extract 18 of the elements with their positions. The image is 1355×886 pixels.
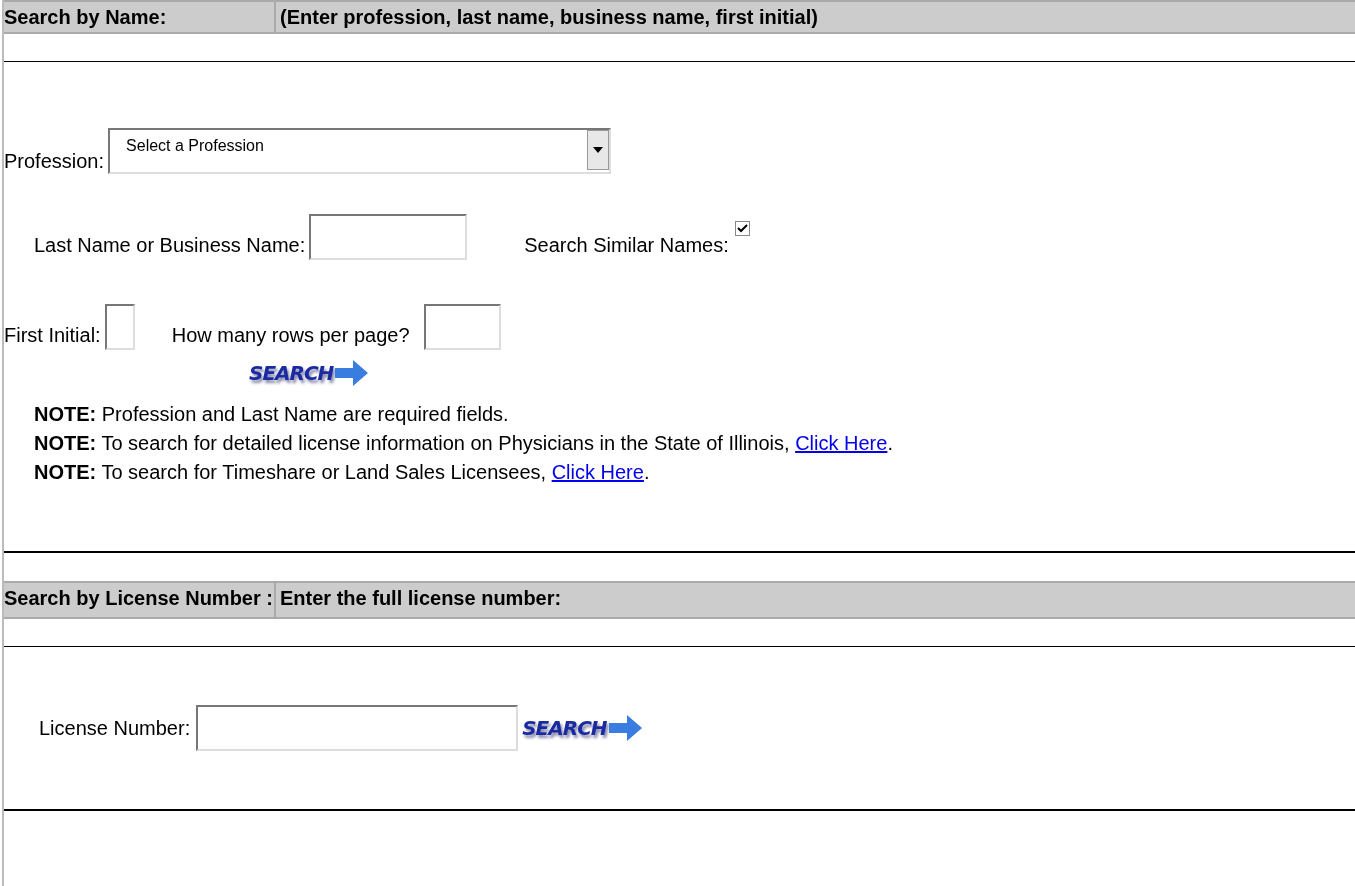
field-label: First Initial: <box>4 323 101 348</box>
field-label: Search Similar Names: <box>524 233 729 258</box>
note-text: NOTE: Profession and Last Name are required fields. <box>34 402 510 427</box>
section-title: Search by Name: <box>4 2 276 32</box>
field-label: Last Name or Business Name: <box>34 233 306 258</box>
note-text: NOTE: To search for detailed license information on Physicians in the State of Illinois, Click Here. <box>34 431 894 456</box>
note-text: NOTE: To search for Timeshare or Land Sales Licensees, Click Here. <box>34 460 651 485</box>
field-label: License Number: <box>39 716 191 741</box>
search-button[interactable]: SEARCH <box>249 358 370 388</box>
field-label: Profession: <box>4 149 105 174</box>
click-here-link[interactable]: Click Here <box>551 461 644 483</box>
field-label: How many rows per page? <box>171 323 410 348</box>
click-here-link[interactable]: Click Here <box>795 432 888 454</box>
section-hint: Enter the full license number: <box>279 586 562 611</box>
profession-dropdown[interactable]: Select a Profession <box>108 128 612 174</box>
section-title: Search by License Number : <box>4 583 276 617</box>
search-button[interactable]: SEARCH <box>522 713 643 743</box>
section-hint: (Enter profession, last name, business name, first initial) <box>279 5 818 30</box>
